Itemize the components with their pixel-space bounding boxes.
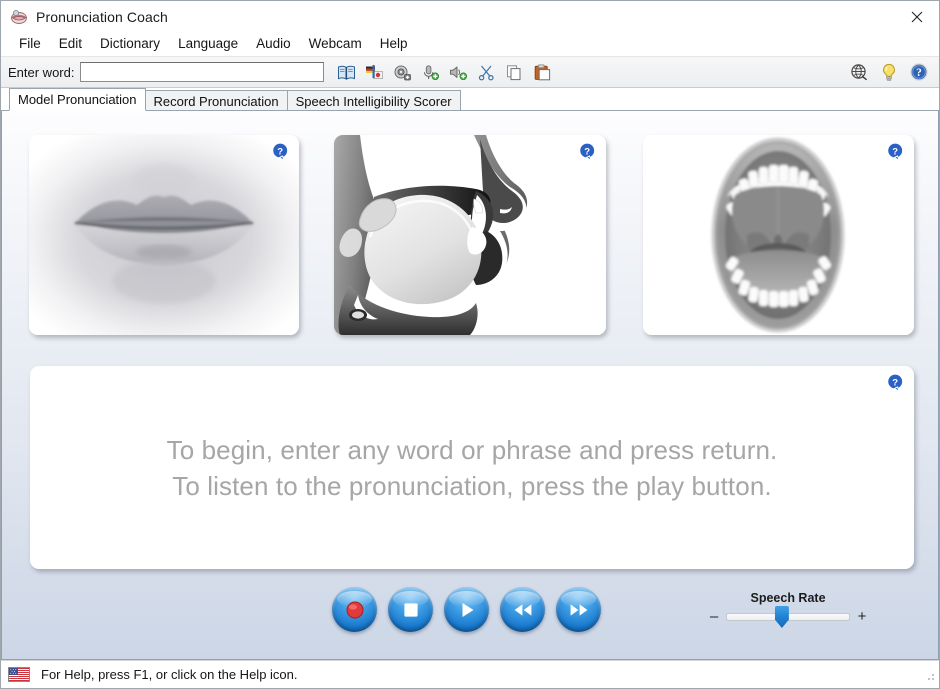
speech-rate-row: – + — [708, 612, 868, 622]
word-input[interactable] — [80, 62, 324, 82]
add-speaker-button[interactable] — [446, 60, 470, 84]
speech-rate-minus[interactable]: – — [708, 612, 720, 622]
resize-grip[interactable] — [922, 668, 936, 682]
menu-language[interactable]: Language — [169, 34, 247, 54]
speech-rate-plus[interactable]: + — [856, 612, 868, 622]
message-help-bubble[interactable]: ? — [886, 373, 905, 398]
cut-icon — [477, 64, 496, 81]
menu-help[interactable]: Help — [371, 34, 417, 54]
record-model-icon — [393, 64, 412, 81]
translate-icon — [365, 64, 384, 81]
rewind-icon — [512, 600, 534, 620]
tab-label: Speech Intelligibility Scorer — [296, 94, 452, 109]
rewind-button[interactable] — [500, 587, 545, 632]
menu-dictionary[interactable]: Dictionary — [91, 34, 169, 54]
window-controls — [894, 1, 939, 32]
add-microphone-icon — [421, 64, 440, 81]
window-title: Pronunciation Coach — [36, 9, 168, 25]
fast-forward-icon — [568, 600, 590, 620]
help-bubble-icon: ? — [271, 142, 290, 162]
record-button[interactable] — [332, 587, 377, 632]
close-icon — [911, 11, 923, 23]
play-button[interactable] — [444, 587, 489, 632]
lips-image — [29, 135, 299, 335]
app-icon — [10, 8, 28, 26]
webcam-button[interactable] — [847, 60, 871, 84]
help-bubble-icon: ? — [886, 373, 905, 393]
speech-rate-control: Speech Rate – + — [708, 591, 868, 622]
panel-help-bubble[interactable]: ? — [271, 142, 290, 167]
toolbar-right-buttons: ? — [847, 57, 931, 87]
record-model-button[interactable] — [390, 60, 414, 84]
panel-help-bubble[interactable]: ? — [578, 142, 597, 167]
title-bar: Pronunciation Coach — [1, 1, 939, 32]
toolbar: Enter word: — [1, 57, 939, 88]
cut-button[interactable] — [474, 60, 498, 84]
tab-model-pronunciation[interactable]: Model Pronunciation — [9, 88, 146, 111]
webcam-icon — [849, 63, 869, 81]
close-button[interactable] — [894, 1, 939, 32]
record-icon — [345, 600, 365, 620]
stop-icon — [401, 600, 421, 620]
translate-button[interactable] — [362, 60, 386, 84]
fast-forward-button[interactable] — [556, 587, 601, 632]
front-mouth-image — [643, 135, 914, 335]
menu-webcam[interactable]: Webcam — [300, 34, 371, 54]
status-message: For Help, press F1, or click on the Help… — [41, 667, 298, 682]
svg-text:?: ? — [916, 67, 922, 79]
front-mouth-view-panel[interactable]: ? — [643, 135, 914, 335]
help-bubble-icon: ? — [578, 142, 597, 162]
help-bubble-label: ? — [892, 146, 898, 157]
play-icon — [457, 600, 477, 620]
help-bubble-label: ? — [277, 146, 283, 157]
menu-bar: File Edit Dictionary Language Audio Webc… — [1, 32, 939, 57]
sagittal-view-panel[interactable]: ? — [334, 135, 606, 335]
lightbulb-icon — [880, 63, 898, 82]
add-speaker-icon — [449, 64, 468, 81]
copy-icon — [505, 64, 524, 81]
dictionary-button[interactable] — [334, 60, 358, 84]
toolbar-buttons — [334, 60, 554, 84]
sagittal-image — [334, 135, 606, 335]
tab-record-pronunciation[interactable]: Record Pronunciation — [145, 90, 288, 111]
dictionary-icon — [337, 64, 356, 81]
us-flag-icon — [8, 667, 30, 682]
tab-content-model-pronunciation: ? — [1, 111, 939, 660]
menu-audio[interactable]: Audio — [247, 34, 300, 54]
copy-button[interactable] — [502, 60, 526, 84]
transport-controls — [332, 587, 601, 632]
tab-speech-intelligibility-scorer[interactable]: Speech Intelligibility Scorer — [287, 90, 461, 111]
stop-button[interactable] — [388, 587, 433, 632]
panel-help-bubble[interactable]: ? — [886, 142, 905, 167]
help-button[interactable]: ? — [907, 60, 931, 84]
speech-rate-thumb[interactable] — [775, 606, 789, 628]
tab-label: Record Pronunciation — [154, 94, 279, 109]
enter-word-label: Enter word: — [8, 65, 74, 80]
speech-rate-slider[interactable] — [726, 613, 850, 621]
menu-file[interactable]: File — [10, 34, 50, 54]
paste-button[interactable] — [530, 60, 554, 84]
app-window: Pronunciation Coach File Edit Dictionary… — [0, 0, 940, 689]
help-bubble-label: ? — [584, 146, 590, 157]
tab-label: Model Pronunciation — [18, 92, 137, 107]
paste-icon — [533, 64, 552, 81]
add-microphone-button[interactable] — [418, 60, 442, 84]
status-bar: For Help, press F1, or click on the Help… — [1, 660, 939, 688]
tab-strip: Model Pronunciation Record Pronunciation… — [1, 88, 939, 111]
message-text: To begin, enter any word or phrase and p… — [167, 432, 778, 504]
help-bubble-icon: ? — [886, 142, 905, 162]
menu-edit[interactable]: Edit — [50, 34, 91, 54]
help-icon: ? — [910, 63, 928, 81]
lips-view-panel[interactable]: ? — [29, 135, 299, 335]
help-bubble-label: ? — [892, 377, 898, 388]
tip-button[interactable] — [877, 60, 901, 84]
message-panel[interactable]: To begin, enter any word or phrase and p… — [30, 366, 914, 569]
speech-rate-label: Speech Rate — [708, 591, 868, 605]
